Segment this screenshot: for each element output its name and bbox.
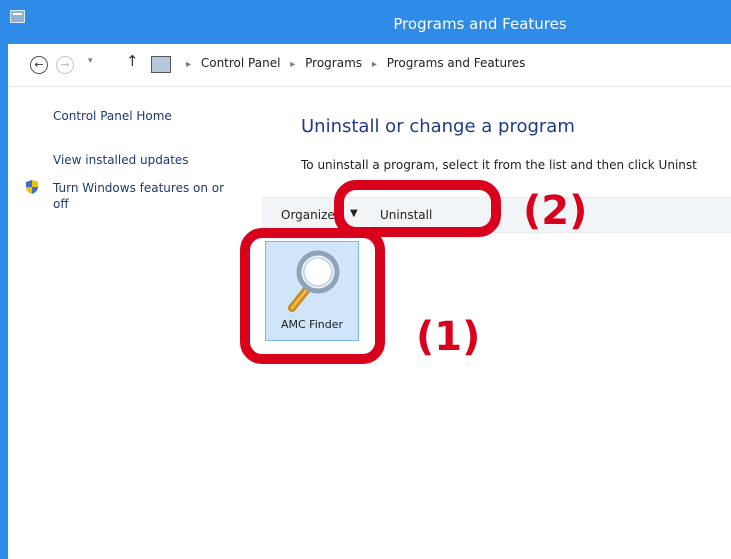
arrow-right-icon: → — [60, 58, 70, 71]
address-bar: ← → ▾ ↑ ▸ Control Panel ▸ Programs ▸ Pro… — [8, 44, 731, 87]
title-bar[interactable]: Programs and Features — [0, 0, 731, 44]
instruction-text: To uninstall a program, select it from t… — [301, 158, 697, 172]
page-title: Uninstall or change a program — [301, 116, 575, 137]
breadcrumb-separator-icon: ▸ — [290, 59, 296, 70]
up-button[interactable]: ↑ — [126, 52, 139, 70]
arrow-left-icon: ← — [34, 58, 44, 71]
forward-button[interactable]: → — [56, 56, 74, 74]
breadcrumb-separator-icon: ▸ — [371, 59, 377, 70]
arrow-up-icon: ↑ — [126, 52, 139, 70]
breadcrumb-control-panel[interactable]: Control Panel — [201, 56, 281, 70]
sidebar-link-windows-features-cont[interactable]: off — [53, 197, 69, 211]
callout-box-1 — [240, 228, 385, 364]
back-button[interactable]: ← — [30, 56, 48, 74]
address-control-panel-icon[interactable] — [151, 56, 171, 73]
window-title: Programs and Features — [393, 15, 567, 33]
sidebar-link-view-installed-updates[interactable]: View installed updates — [53, 153, 189, 167]
callout-label-1: (1) — [416, 314, 481, 360]
recent-locations-chevron-icon[interactable]: ▾ — [88, 56, 93, 66]
breadcrumb-programs-and-features[interactable]: Programs and Features — [387, 56, 526, 70]
window-left-border — [0, 0, 8, 559]
shield-icon — [26, 180, 38, 194]
breadcrumb: ▸ Control Panel ▸ Programs ▸ Programs an… — [180, 56, 525, 70]
breadcrumb-separator-icon: ▸ — [186, 59, 192, 70]
sidebar-link-windows-features[interactable]: Turn Windows features on or — [53, 181, 224, 195]
callout-box-2 — [334, 180, 501, 237]
breadcrumb-programs[interactable]: Programs — [305, 56, 362, 70]
sidebar-link-control-panel-home[interactable]: Control Panel Home — [53, 109, 172, 123]
organize-button[interactable]: Organize — [281, 208, 335, 222]
callout-label-2: (2) — [523, 188, 588, 234]
